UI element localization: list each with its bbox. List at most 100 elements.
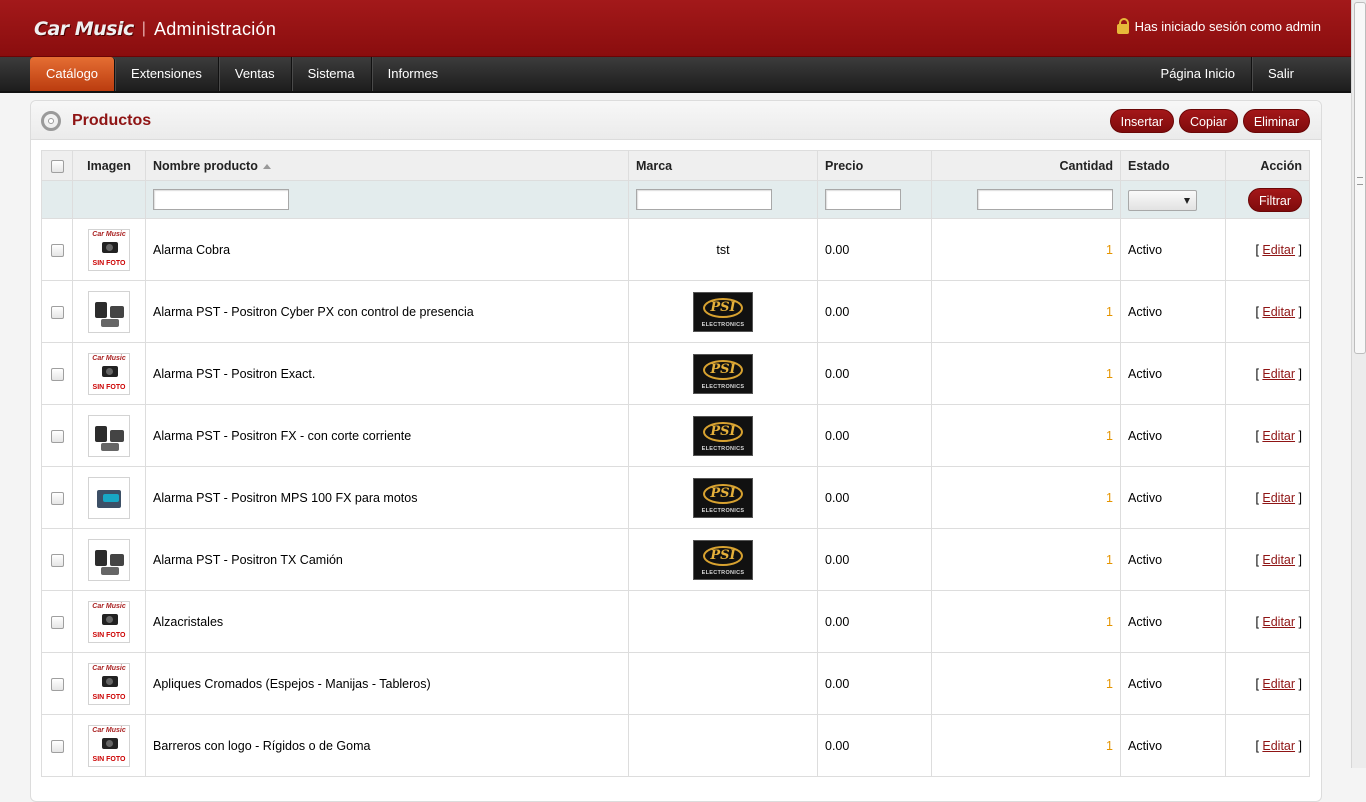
row-checkbox[interactable] [50, 677, 64, 691]
row-image-cell [72, 466, 146, 529]
col-status[interactable]: Estado [1120, 150, 1226, 181]
bracket-close: ] [1295, 304, 1302, 319]
row-image-cell: Car Music SIN FOTO [72, 714, 146, 777]
col-brand[interactable]: Marca [628, 150, 818, 181]
row-checkbox[interactable] [50, 367, 64, 381]
row-status: Activo [1120, 342, 1226, 405]
menu-pagina-inicio[interactable]: Página Inicio [1145, 57, 1252, 91]
sort-asc-icon[interactable] [262, 163, 271, 169]
row-quantity: 1 [1106, 366, 1113, 381]
vertical-scrollbar[interactable] [1351, 0, 1366, 768]
product-thumbnail[interactable]: Car Music SIN FOTO [88, 662, 130, 705]
edit-link[interactable]: Editar [1262, 367, 1295, 381]
col-quantity[interactable]: Cantidad [931, 150, 1121, 181]
copy-button[interactable]: Copiar [1179, 109, 1238, 133]
menu-extensiones[interactable]: Extensiones [115, 57, 219, 91]
row-image-cell: Car Music SIN FOTO [72, 590, 146, 653]
camera-icon [102, 365, 118, 377]
table-row: Alarma PST - Positron Cyber PX con contr… [41, 280, 1310, 343]
no-photo-text: SIN FOTO [92, 259, 126, 267]
logo-mark: PSI [710, 485, 736, 501]
menu-catalogo[interactable]: Catálogo [30, 57, 116, 91]
row-checkbox[interactable] [50, 553, 64, 567]
select-all-checkbox[interactable] [50, 159, 64, 173]
filter-button[interactable]: Filtrar [1248, 187, 1302, 212]
brand-logo-psi: PSI ELECTRONICS [693, 415, 753, 456]
bracket-close: ] [1295, 490, 1302, 505]
filter-brand-input[interactable] [636, 189, 772, 210]
product-thumbnail[interactable] [88, 290, 130, 333]
camera-icon [102, 613, 118, 625]
product-thumbnail[interactable]: Car Music SIN FOTO [88, 600, 130, 643]
logo-mark: PSI [710, 423, 736, 439]
row-brand-cell: PSI ELECTRONICS [628, 280, 818, 343]
insert-button[interactable]: Insertar [1109, 109, 1175, 133]
product-thumbnail[interactable]: Car Music SIN FOTO [88, 724, 130, 767]
row-checkbox[interactable] [50, 491, 64, 505]
edit-link[interactable]: Editar [1262, 243, 1295, 257]
row-quantity: 1 [1106, 676, 1113, 691]
edit-link[interactable]: Editar [1262, 305, 1295, 319]
menu-salir[interactable]: Salir [1252, 57, 1310, 91]
logo-subtext: ELECTRONICS [701, 445, 745, 452]
row-checkbox[interactable] [50, 739, 64, 753]
filter-quantity-input[interactable] [977, 189, 1113, 210]
filter-price-input[interactable] [825, 189, 901, 210]
row-brand-cell: PSI ELECTRONICS [628, 404, 818, 467]
row-select-cell [41, 714, 73, 777]
menu-sistema[interactable]: Sistema [292, 57, 372, 91]
row-select-cell [41, 218, 73, 281]
row-brand-cell [628, 652, 818, 715]
product-thumbnail[interactable] [88, 538, 130, 581]
product-thumbnail[interactable] [88, 414, 130, 457]
login-status: Has iniciado sesión como admin [1116, 17, 1321, 34]
row-quantity: 1 [1106, 552, 1113, 567]
col-price[interactable]: Precio [817, 150, 932, 181]
row-checkbox[interactable] [50, 305, 64, 319]
row-select-cell [41, 280, 73, 343]
product-thumbnail[interactable] [88, 476, 130, 519]
camera-icon [102, 737, 118, 749]
product-thumbnail[interactable]: Car Music SIN FOTO [88, 228, 130, 271]
brand-logo-psi: PSI ELECTRONICS [693, 477, 753, 518]
menu-ventas[interactable]: Ventas [219, 57, 292, 91]
edit-link[interactable]: Editar [1262, 491, 1295, 505]
row-price: 0.00 [817, 342, 932, 405]
edit-link[interactable]: Editar [1262, 553, 1295, 567]
col-name-label[interactable]: Nombre producto [153, 159, 258, 173]
row-quantity-cell: 1 [931, 466, 1121, 529]
edit-link[interactable]: Editar [1262, 739, 1295, 753]
row-checkbox[interactable] [50, 243, 64, 257]
col-name[interactable]: Nombre producto [145, 150, 629, 181]
row-checkbox[interactable] [50, 615, 64, 629]
page-title: Productos [72, 112, 152, 129]
edit-link[interactable]: Editar [1262, 615, 1295, 629]
bracket-close: ] [1295, 366, 1302, 381]
row-quantity: 1 [1106, 738, 1113, 753]
filter-name-input[interactable] [153, 189, 289, 210]
row-brand-cell: PSI ELECTRONICS [628, 466, 818, 529]
brand[interactable]: Car Music | Administración [34, 14, 276, 44]
no-photo-text: SIN FOTO [92, 755, 126, 763]
product-photo-part [95, 549, 107, 566]
filter-status-select[interactable] [1128, 189, 1197, 211]
filter-quantity-cell [931, 180, 1121, 219]
product-thumbnail[interactable]: Car Music SIN FOTO [88, 352, 130, 395]
brand-separator: | [141, 20, 146, 37]
table-row: Alarma PST - Positron TX Camión PSI ELECTR… [41, 528, 1310, 591]
logo-subtext: ELECTRONICS [701, 569, 745, 576]
menu-informes[interactable]: Informes [372, 57, 455, 91]
row-price: 0.00 [817, 714, 932, 777]
gear-icon [41, 111, 61, 131]
edit-link[interactable]: Editar [1262, 677, 1295, 691]
delete-button[interactable]: Eliminar [1242, 109, 1310, 133]
car-music-logo[interactable]: Car Music [34, 18, 134, 40]
row-action-cell: [ Editar ] [1225, 714, 1310, 777]
edit-link[interactable]: Editar [1262, 429, 1295, 443]
row-action-cell: [ Editar ] [1225, 466, 1310, 529]
row-image-cell: Car Music SIN FOTO [72, 218, 146, 281]
admin-title: Administración [153, 18, 277, 39]
row-name: Alarma Cobra [145, 218, 629, 281]
scrollbar-thumb[interactable] [1354, 2, 1366, 354]
row-checkbox[interactable] [50, 429, 64, 443]
